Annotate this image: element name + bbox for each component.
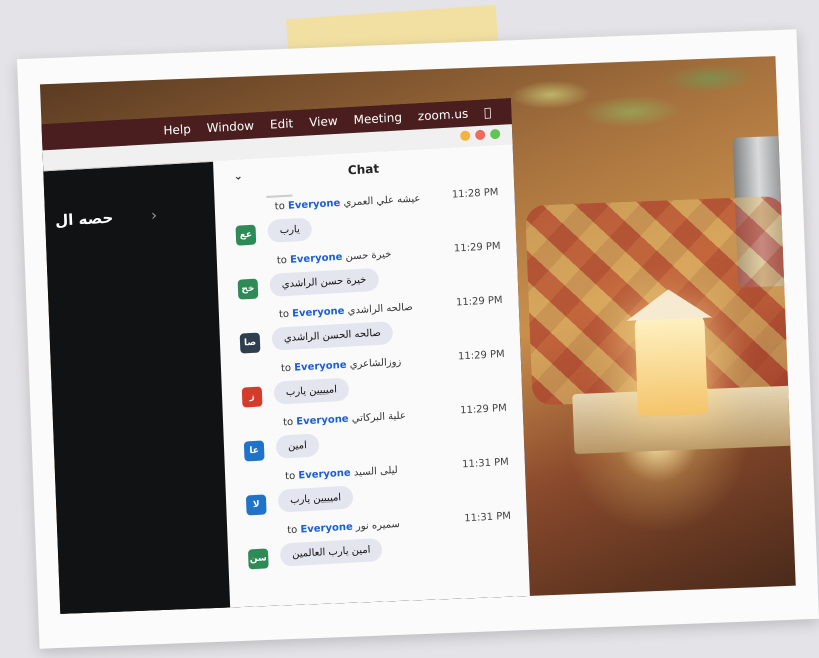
message-time: 11:29 PM: [457, 348, 505, 363]
message-time: 11:28 PM: [451, 186, 499, 201]
menu-zoom-us[interactable]: zoom.us: [418, 107, 469, 124]
menu-help[interactable]: Help: [163, 122, 191, 138]
chevron-down-icon[interactable]: ⌄: [233, 159, 244, 193]
avatar: عا: [243, 440, 265, 462]
sender-name: زوزالشاعري: [349, 356, 402, 371]
message-bubble: اميييين يارب: [273, 377, 350, 405]
avatar: لا: [245, 494, 267, 516]
message-target[interactable]: Everyone: [294, 360, 347, 374]
menu-edit[interactable]: Edit: [270, 116, 294, 131]
message-to: to: [278, 308, 290, 321]
message-time: 11:29 PM: [453, 240, 501, 255]
message-bubble: امين: [275, 433, 320, 459]
message-to: to: [280, 362, 292, 375]
chat-messages: to Everyone عيشه علي العمري 11:28 PM عع يار…: [215, 184, 529, 578]
avatar: صا: [239, 332, 261, 354]
apple-icon[interactable]: : [484, 105, 492, 119]
message-time: 11:31 PM: [461, 456, 510, 471]
close-button[interactable]: [475, 129, 486, 141]
message-to: to: [287, 524, 298, 537]
laptop-screen:  zoom.us Meeting View Edit Window Help …: [41, 98, 532, 614]
message-time: 11:29 PM: [459, 402, 507, 417]
message-sender: to Everyone خيرة حسن: [277, 249, 392, 266]
minimize-button[interactable]: [460, 130, 471, 142]
window-controls: [460, 128, 501, 142]
message-bubble: امين يارب العالمين: [279, 537, 383, 567]
sender-name: ليلى السيد: [353, 464, 398, 479]
message-target[interactable]: Everyone: [290, 252, 343, 266]
message-time: 11:29 PM: [455, 294, 503, 309]
message-bubble: صالحه الحسن الراشدي: [271, 321, 394, 351]
message-to: to: [276, 254, 288, 267]
zoom-button[interactable]: [490, 128, 501, 140]
message-sender: to Everyone زوزالشاعري: [281, 357, 402, 375]
message-sender: to Everyone علية البركاتي: [283, 410, 406, 428]
message-sender: to Everyone سميره نور: [287, 519, 400, 536]
meeting-title: حصه ال: [54, 208, 114, 230]
menu-view[interactable]: View: [309, 114, 338, 130]
sender-name: علية البركاتي: [351, 410, 407, 425]
avatar: ز: [241, 386, 263, 408]
message-to: to: [284, 470, 296, 483]
message-bubble: اميييين يارب: [277, 485, 354, 513]
chat-panel: ⌄ Chat to Everyone عيشه علي العمري 11:28 …: [213, 144, 532, 614]
sender-name: خيرة حسن: [345, 249, 392, 263]
message-target[interactable]: Everyone: [300, 522, 353, 536]
message-sender: to Everyone ليلى السيد: [285, 465, 398, 482]
avatar: خح: [237, 278, 259, 300]
message-bubble: يارب: [267, 217, 313, 243]
sender-name: سميره نور: [355, 518, 401, 533]
chevron-right-icon[interactable]: ›: [151, 206, 158, 224]
message-sender: to Everyone عيشه علي العمري: [275, 193, 421, 212]
message-time: 11:31 PM: [464, 510, 512, 525]
message-to: to: [282, 416, 294, 429]
message-target[interactable]: Everyone: [292, 306, 345, 320]
photo-scene:  zoom.us Meeting View Edit Window Help …: [39, 56, 796, 614]
message-bubble: خيرة حسن الراشدي: [269, 267, 379, 297]
polaroid-photo:  zoom.us Meeting View Edit Window Help …: [16, 29, 819, 649]
message-target[interactable]: Everyone: [298, 468, 351, 482]
message-to: to: [274, 200, 286, 213]
lantern: [634, 313, 709, 417]
avatar: عع: [235, 224, 257, 246]
sender-name: صالحه الراشدي: [347, 301, 413, 317]
sender-name: عيشه علي العمري: [343, 193, 421, 209]
avatar: سن: [247, 548, 269, 570]
zoom-window: حصه ال › ⌄ Chat to Everyone عيشه علي الع…: [42, 124, 532, 614]
chat-title: Chat: [347, 161, 380, 178]
message-sender: to Everyone صالحه الراشدي: [279, 302, 413, 320]
message-target[interactable]: Everyone: [296, 414, 349, 428]
menu-window[interactable]: Window: [206, 119, 254, 136]
menu-meeting[interactable]: Meeting: [353, 110, 402, 127]
message-target[interactable]: Everyone: [288, 198, 341, 212]
